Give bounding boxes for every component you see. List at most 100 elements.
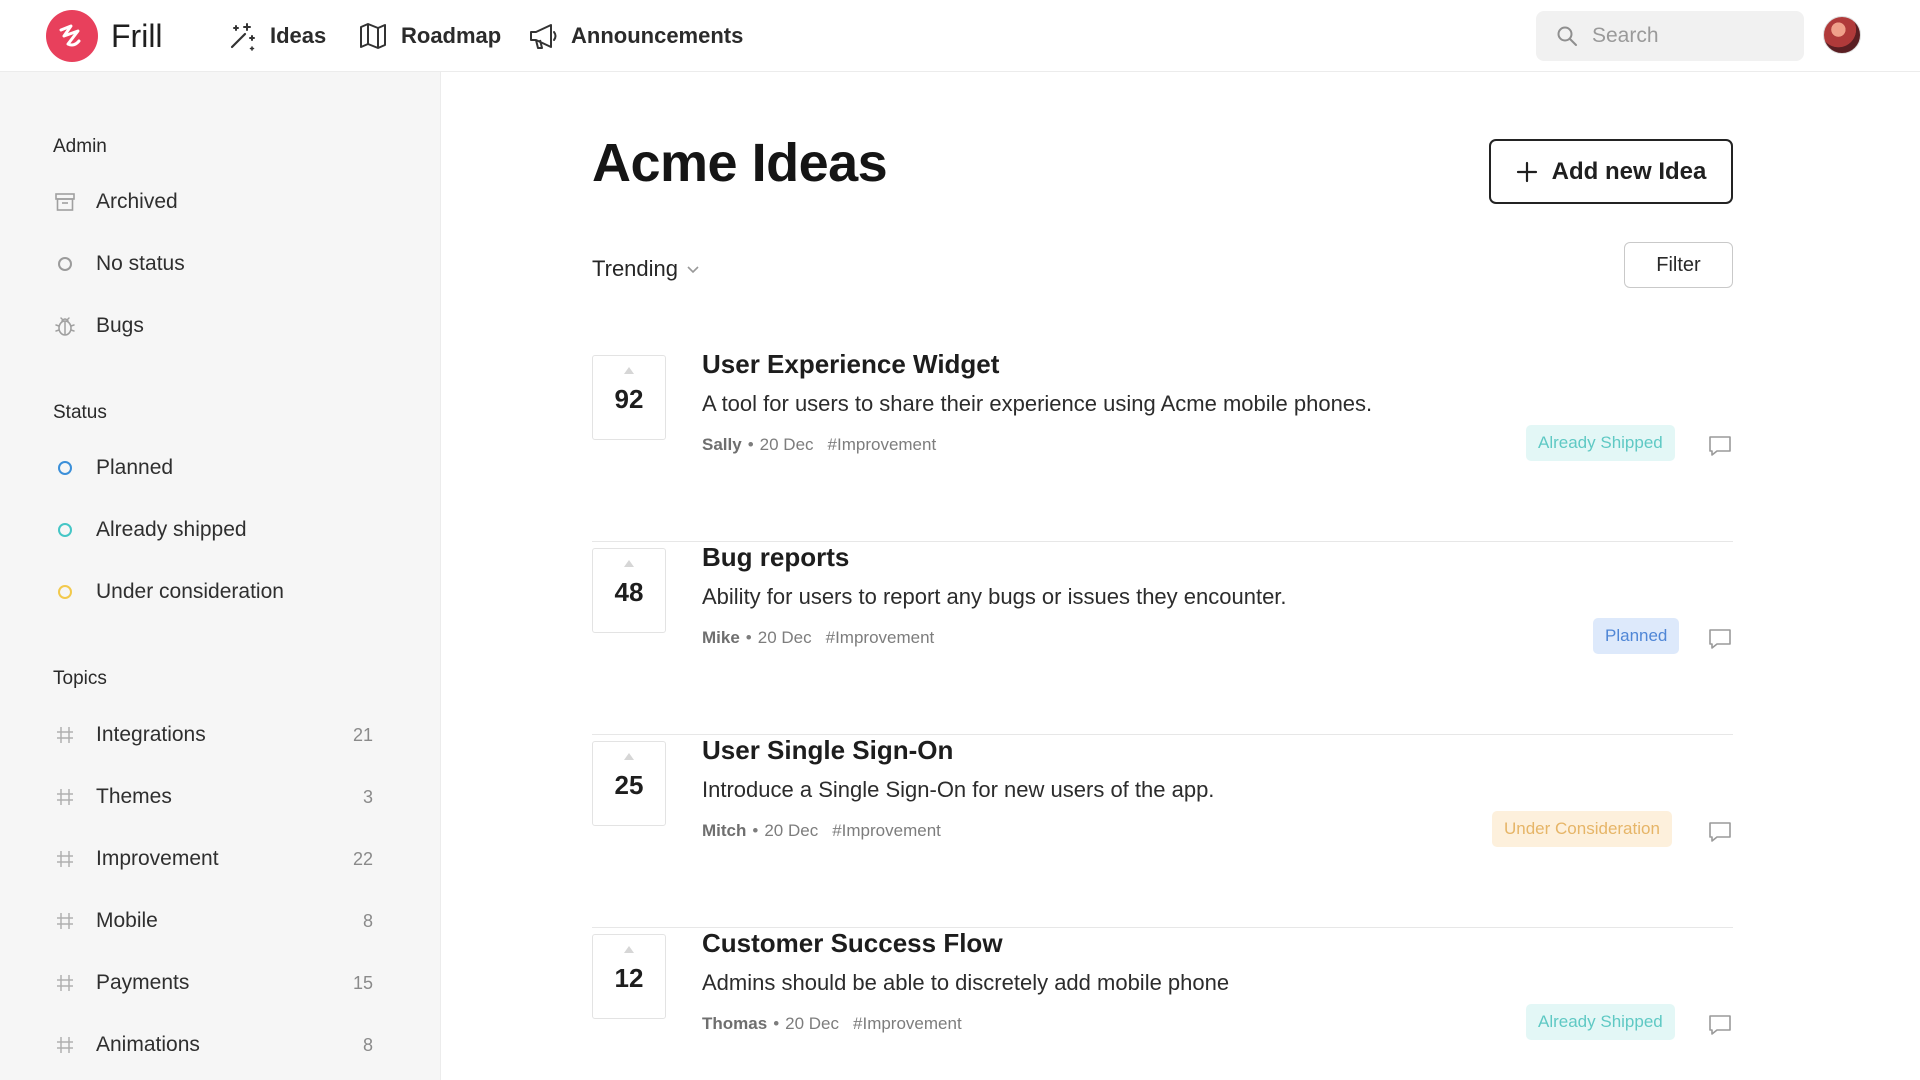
search-icon (1557, 26, 1577, 46)
nav-ideas[interactable]: Ideas (226, 18, 326, 54)
meta-separator: • (752, 821, 759, 840)
idea-tag[interactable]: #Improvement (828, 435, 937, 455)
frill-logo[interactable] (46, 10, 98, 62)
comment-icon[interactable] (1707, 1013, 1733, 1037)
idea-author: Mitch (702, 821, 747, 840)
meta-separator: • (745, 628, 752, 647)
idea-meta: Sally • 20 Dec #Improvement (702, 435, 936, 455)
idea-date: 20 Dec (785, 1014, 840, 1033)
nav-announcements[interactable]: Announcements (527, 18, 743, 54)
status-section-title: Status (53, 402, 107, 423)
upvote-button[interactable]: 48 (592, 548, 666, 633)
status-dot-icon (53, 518, 77, 542)
sidebar-item-label: Bugs (96, 314, 144, 337)
comment-icon[interactable] (1707, 627, 1733, 651)
sidebar-item-payments[interactable]: Payments 15 (53, 965, 373, 1001)
sparkles-icon (230, 23, 255, 51)
comment-icon[interactable] (1707, 820, 1733, 844)
idea-date: 20 Dec (759, 435, 814, 454)
meta-separator: • (747, 435, 754, 454)
upvote-arrow-icon (624, 753, 634, 760)
sidebar-item-archived[interactable]: Archived (53, 184, 373, 220)
idea-card: 92 User Experience Widget A tool for use… (592, 349, 1733, 542)
sidebar-item-animations[interactable]: Animations 8 (53, 1027, 373, 1063)
topic-count: 15 (352, 972, 373, 993)
nav-ideas-label: Ideas (270, 23, 327, 48)
sidebar-item-label: Payments (96, 971, 190, 994)
topic-count: 21 (352, 724, 373, 745)
upvote-arrow-icon (624, 946, 634, 953)
sidebar-item-label: Integrations (96, 723, 206, 746)
idea-description: Admins should be able to discretely add … (702, 970, 1230, 995)
sidebar-item-planned[interactable]: Planned (53, 450, 373, 486)
sidebar-item-label: No status (96, 252, 185, 275)
sidebar-item-improvement[interactable]: Improvement 22 (53, 841, 373, 877)
sort-label: Trending (592, 256, 679, 281)
add-new-idea-button[interactable]: Add new Idea (1489, 139, 1733, 204)
comment-icon[interactable] (1707, 434, 1733, 458)
idea-meta: Thomas • 20 Dec #Improvement (702, 1014, 962, 1034)
sidebar: Admin Archived No status Bugs Status Pla… (0, 72, 441, 1080)
sidebar-item-no-status[interactable]: No status (53, 246, 373, 282)
idea-title[interactable]: Bug reports (702, 542, 849, 573)
sidebar-item-under-consideration[interactable]: Under consideration (53, 574, 373, 610)
topics-section-title: Topics (53, 668, 107, 689)
filter-button[interactable]: Filter (1624, 242, 1733, 288)
idea-card: 25 User Single Sign-On Introduce a Singl… (592, 735, 1733, 928)
hash-icon (53, 1033, 77, 1057)
idea-title[interactable]: Customer Success Flow (702, 928, 1003, 959)
nav-roadmap[interactable]: Roadmap (357, 18, 501, 54)
vote-count: 25 (614, 770, 644, 800)
status-dot-icon (53, 580, 77, 604)
search-box[interactable] (1536, 11, 1804, 61)
admin-section-title: Admin (53, 136, 107, 157)
topic-count: 3 (362, 786, 373, 807)
map-icon (360, 23, 386, 49)
sidebar-item-label: Archived (96, 190, 178, 213)
sidebar-item-bugs[interactable]: Bugs (53, 308, 373, 344)
sidebar-item-themes[interactable]: Themes 3 (53, 779, 373, 815)
top-bar: Frill Ideas Roadmap Announcements (0, 0, 1920, 72)
search-input[interactable] (1592, 24, 1782, 48)
page-title: Acme Ideas (592, 133, 888, 193)
sidebar-item-label: Planned (96, 456, 174, 479)
idea-date: 20 Dec (764, 821, 819, 840)
sidebar-item-mobile[interactable]: Mobile 8 (53, 903, 373, 939)
sidebar-item-label: Already shipped (96, 518, 247, 541)
hash-icon (53, 971, 77, 995)
idea-meta: Mike • 20 Dec #Improvement (702, 628, 934, 648)
add-new-idea-label: Add new Idea (1551, 157, 1707, 185)
idea-description: Introduce a Single Sign-On for new users… (702, 777, 1215, 802)
upvote-button[interactable]: 12 (592, 934, 666, 1019)
idea-tag[interactable]: #Improvement (853, 1014, 962, 1034)
idea-tag[interactable]: #Improvement (832, 821, 941, 841)
sidebar-item-label: Under consideration (96, 580, 284, 603)
sidebar-item-label: Improvement (96, 847, 219, 870)
status-badge: Under Consideration (1492, 811, 1672, 847)
idea-description: A tool for users to share their experien… (702, 391, 1373, 416)
vote-count: 12 (614, 963, 644, 993)
chevron-down-icon (687, 266, 699, 274)
upvote-arrow-icon (624, 367, 634, 374)
upvote-button[interactable]: 92 (592, 355, 666, 440)
upvote-button[interactable]: 25 (592, 741, 666, 826)
vote-count: 48 (614, 577, 644, 607)
idea-title[interactable]: User Experience Widget (702, 349, 999, 380)
hash-icon (53, 785, 77, 809)
idea-description: Ability for users to report any bugs or … (702, 584, 1287, 609)
idea-author: Mike (702, 628, 740, 647)
sort-dropdown[interactable]: Trending (592, 256, 700, 282)
sidebar-item-integrations[interactable]: Integrations 21 (53, 717, 373, 753)
sidebar-item-label: Mobile (96, 909, 158, 932)
topic-count: 22 (352, 848, 373, 869)
meta-separator: • (773, 1014, 780, 1033)
frill-logo-icon (59, 24, 81, 47)
idea-date: 20 Dec (757, 628, 812, 647)
idea-tag[interactable]: #Improvement (826, 628, 935, 648)
user-avatar[interactable] (1823, 16, 1861, 54)
sidebar-item-already-shipped[interactable]: Already shipped (53, 512, 373, 548)
idea-card: 12 Customer Success Flow Admins should b… (592, 928, 1733, 1080)
sidebar-item-label: Animations (96, 1033, 200, 1056)
idea-title[interactable]: User Single Sign-On (702, 735, 953, 766)
nav-roadmap-label: Roadmap (401, 23, 502, 48)
